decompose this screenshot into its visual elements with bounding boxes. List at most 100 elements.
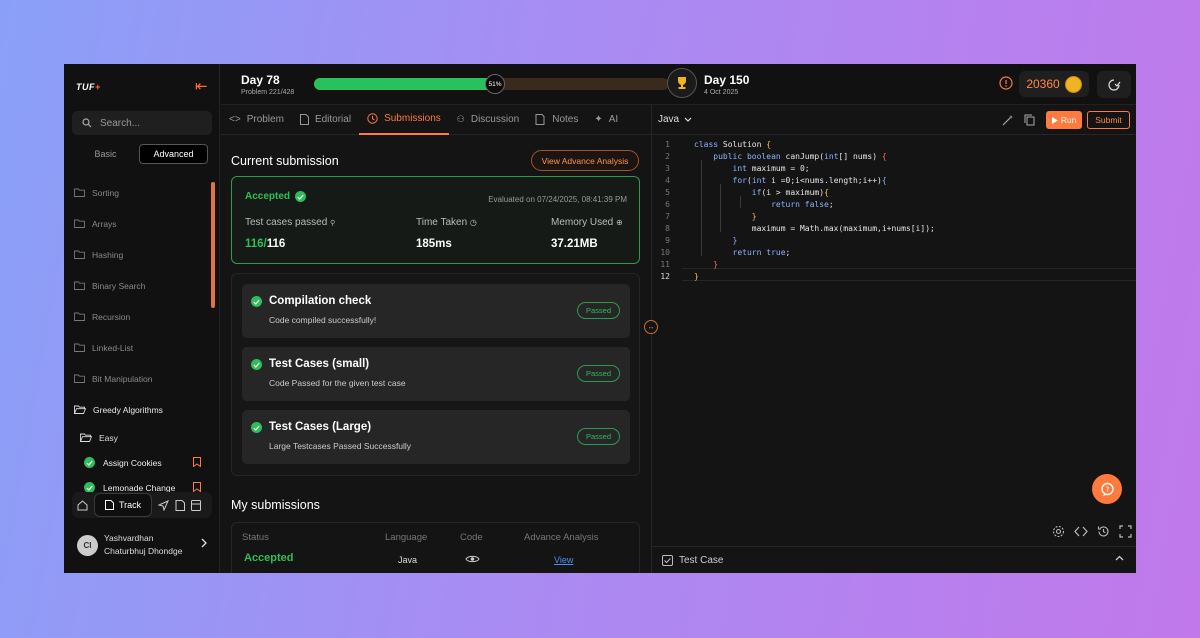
code-line: 11 } <box>660 260 719 269</box>
logo[interactable]: TUF+ <box>76 82 101 92</box>
bookmark-icon[interactable] <box>193 482 201 492</box>
metric-testcases: Test cases passed ⚲ 116/116 <box>245 217 336 250</box>
check-row: Test Cases (Large) Large Testcases Passe… <box>242 410 630 464</box>
chevron-down-icon <box>684 117 692 122</box>
search-input[interactable]: Search... <box>72 111 212 135</box>
history-icon[interactable] <box>1097 525 1110 538</box>
coins-badge[interactable]: 20360 <box>1019 71 1089 97</box>
check-row: Test Cases (small) Code Passed for the g… <box>242 347 630 401</box>
chevron-up-icon[interactable] <box>1115 555 1124 561</box>
check-icon <box>251 359 262 370</box>
tab-editorial[interactable]: Editorial <box>292 105 359 135</box>
passed-badge: Passed <box>577 365 620 382</box>
magic-wand-icon[interactable] <box>1002 114 1014 126</box>
code-line: 12} <box>660 272 699 281</box>
language-select[interactable]: Java <box>658 114 692 125</box>
mode-basic[interactable]: Basic <box>72 144 139 164</box>
collapse-sidebar-icon[interactable]: ⇤ <box>195 77 208 95</box>
user-name: Yashvardhan Chaturbhuj Dhondge <box>104 533 183 556</box>
test-case-bar[interactable]: Test Case <box>652 546 1136 573</box>
eye-icon[interactable] <box>465 554 480 564</box>
col-status: Status <box>242 532 269 543</box>
topic-list: Sorting Arrays Hashing Binary Search Rec… <box>74 177 209 500</box>
tab-ai[interactable]: ✦ AI <box>586 105 626 135</box>
sidebar: TUF+ ⇤ Search... Basic Advanced Sorting … <box>64 64 220 573</box>
folder-icon <box>74 250 85 259</box>
editor-toolbar: Java Run Submit <box>652 105 1136 135</box>
folder-icon <box>74 188 85 197</box>
col-code: Code <box>460 532 483 543</box>
progress-knob: 51% <box>485 74 506 94</box>
topic-item[interactable]: Arrays <box>74 208 209 239</box>
bookmark-icon[interactable] <box>193 457 201 467</box>
sparkle-icon: ✦ <box>594 114 603 125</box>
code-icon: <> <box>229 114 241 125</box>
topic-item[interactable]: Hashing <box>74 239 209 270</box>
send-icon[interactable] <box>158 499 170 511</box>
my-submissions-title: My submissions <box>231 498 320 512</box>
topic-item[interactable]: Sorting <box>74 177 209 208</box>
play-icon <box>1051 116 1058 124</box>
help-button[interactable]: ? <box>1092 474 1122 504</box>
folder-icon <box>74 219 85 228</box>
file-icon[interactable] <box>175 499 186 511</box>
tab-discussion[interactable]: ⚇ Discussion <box>449 105 527 135</box>
code-line: 7 } <box>665 212 757 221</box>
folder-open-icon <box>80 433 92 442</box>
code-line: 9 } <box>665 236 738 245</box>
row-language: Java <box>398 555 418 565</box>
code-editor[interactable]: 1 class Solution { 2 public boolean canJu… <box>652 136 1136 506</box>
subtopic-item[interactable]: Easy <box>74 425 209 450</box>
passed-badge: Passed <box>577 428 620 445</box>
chevron-right-icon[interactable] <box>201 538 208 548</box>
problem-item[interactable]: Assign Cookies <box>74 450 201 475</box>
notes-icon[interactable] <box>191 499 202 511</box>
topic-item[interactable]: Bit Manipulation <box>74 363 209 394</box>
folder-icon <box>74 281 85 290</box>
evaluated-time: Evaluated on 07/24/2025, 08:41:39 PM <box>488 195 627 204</box>
submissions-panel: Current submission View Advance Analysis… <box>221 136 651 573</box>
tab-submissions[interactable]: Submissions <box>359 105 449 135</box>
code-line: 8 maximum = Math.max(maximum,i+nums[i]); <box>665 224 935 233</box>
end-day: Day 150 4 Oct 2025 <box>704 73 750 96</box>
code-line: 5 if(i > maximum){ <box>665 188 829 197</box>
theme-button[interactable] <box>1097 71 1131 98</box>
app-window: TUF+ ⇤ Search... Basic Advanced Sorting … <box>64 64 1136 573</box>
view-advance-analysis-button[interactable]: View Advance Analysis <box>531 150 639 171</box>
code-line: 10 return true; <box>660 248 791 257</box>
problem-tabs: <> Problem Editorial Submissions ⚇ Discuss… <box>221 105 651 135</box>
moon-check-icon <box>1107 79 1120 91</box>
clock-icon: ◷ <box>469 218 477 227</box>
alert-icon[interactable] <box>999 76 1013 90</box>
topic-item-open[interactable]: Greedy Algorithms <box>74 394 209 425</box>
fullscreen-icon[interactable] <box>1119 525 1132 538</box>
coin-icon <box>1064 75 1082 93</box>
mode-toggle: Basic Advanced <box>72 144 208 164</box>
metric-memory: Memory Used ⊕ 37.21MB <box>551 217 623 250</box>
folder-icon <box>74 312 85 321</box>
col-language: Language <box>385 532 428 543</box>
progress-fill <box>314 78 496 90</box>
code-brackets-icon[interactable] <box>1074 525 1088 538</box>
home-icon[interactable] <box>77 499 88 511</box>
people-icon: ⚇ <box>456 114 465 124</box>
check-icon <box>295 191 307 202</box>
sidebar-scrollbar[interactable] <box>211 182 215 308</box>
copy-icon[interactable] <box>1024 114 1035 126</box>
mode-advanced[interactable]: Advanced <box>139 144 208 164</box>
gear-icon[interactable] <box>1052 525 1065 538</box>
track-button[interactable]: Track <box>94 493 153 517</box>
topic-item[interactable]: Recursion <box>74 301 209 332</box>
submit-button[interactable]: Submit <box>1087 111 1130 129</box>
search-icon <box>82 118 92 128</box>
code-line: 4 for(int i =0;i<nums.length;i++){ <box>665 176 887 185</box>
tab-problem[interactable]: <> Problem <box>221 105 292 135</box>
view-link[interactable]: View <box>554 555 573 565</box>
topic-item[interactable]: Binary Search <box>74 270 209 301</box>
pencil-file-icon <box>535 114 545 125</box>
run-button[interactable]: Run <box>1046 111 1082 129</box>
user-profile[interactable]: CI Yashvardhan Chaturbhuj Dhondge <box>77 525 212 565</box>
document-icon <box>105 500 114 510</box>
topic-item[interactable]: Linked-List <box>74 332 209 363</box>
tab-notes[interactable]: Notes <box>527 105 586 135</box>
